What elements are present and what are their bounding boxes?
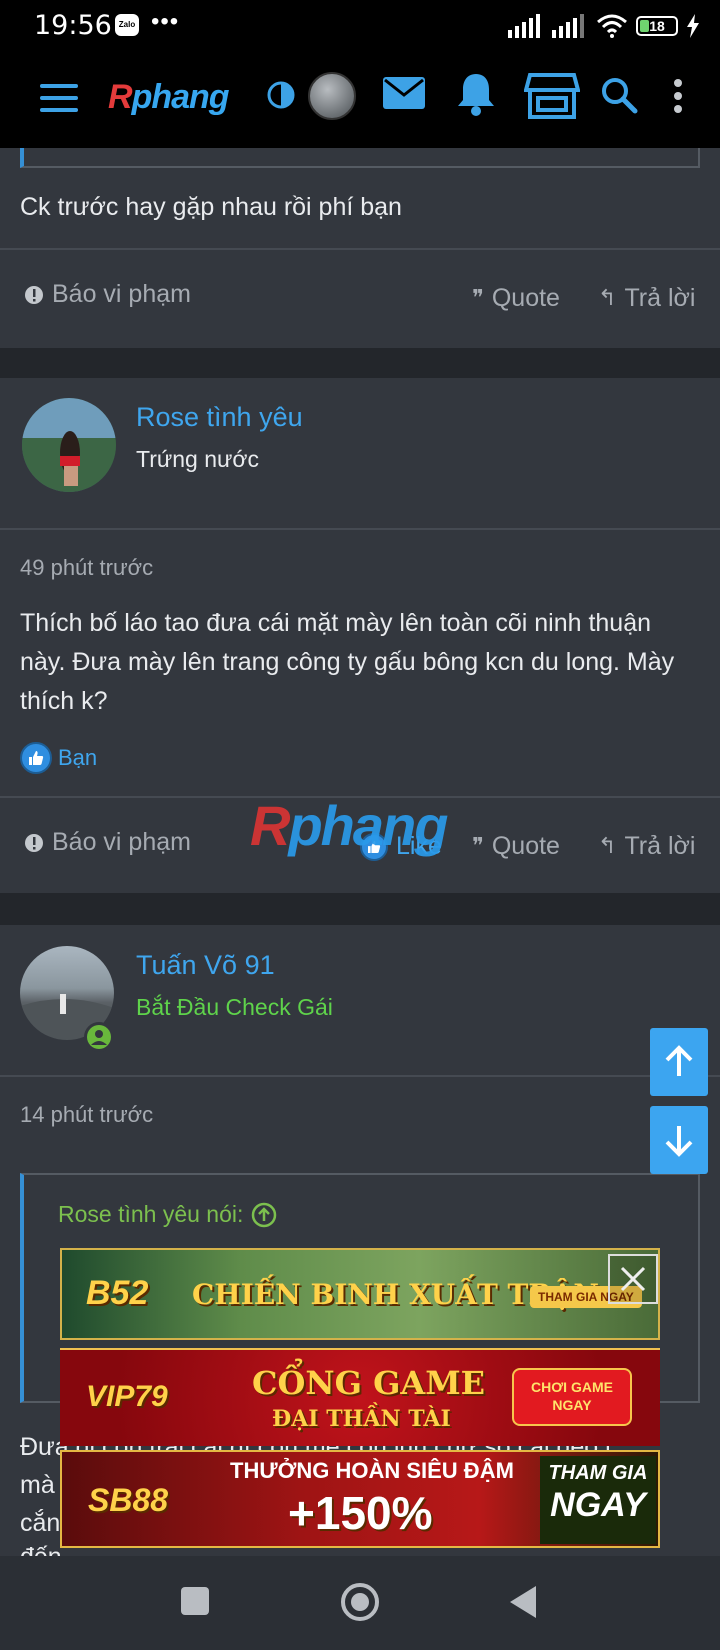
system-navigation-bar: [0, 1556, 720, 1650]
zalo-notification-icon: Zalo: [115, 14, 139, 36]
post-text: Ck trước hay gặp nhau rồi phí bạn: [20, 193, 402, 221]
status-time: 19:56: [34, 10, 112, 41]
post-timestamp[interactable]: 14 phút trước: [20, 1102, 153, 1128]
arrow-down-icon: [665, 1126, 693, 1157]
ad-brand: VIP79: [86, 1380, 168, 1413]
user-title: Trứng nước: [136, 446, 259, 472]
signal-icon: [508, 14, 540, 38]
close-ad-button[interactable]: [608, 1254, 658, 1304]
reaction-names: Bạn: [58, 745, 98, 770]
recent-apps-button[interactable]: [180, 1586, 210, 1616]
ad-headline: THƯỞNG HOÀN SIÊU ĐẬM: [230, 1458, 514, 1483]
more-notifications-icon: •••: [151, 8, 180, 35]
like-icon: [20, 742, 52, 774]
close-icon: [620, 1266, 646, 1292]
home-button[interactable]: [340, 1582, 380, 1622]
status-indicators: 18: [508, 12, 700, 40]
ad-banner-sb88[interactable]: SB88 THƯỞNG HOÀN SIÊU ĐẬM +150% THAM GIA…: [60, 1450, 660, 1548]
reply-icon: ↰: [598, 286, 617, 311]
bell-icon[interactable]: [456, 72, 496, 116]
username-link[interactable]: Rose tình yêu: [136, 402, 303, 433]
top-navigation: Rphang: [0, 52, 720, 148]
post-timestamp[interactable]: 49 phút trước: [20, 555, 153, 581]
store-icon[interactable]: [524, 72, 580, 120]
mail-icon[interactable]: [382, 76, 426, 110]
username-link[interactable]: Tuấn Võ 91: [136, 950, 275, 981]
more-options-icon[interactable]: [670, 78, 686, 114]
ad-subheadline: ĐẠI THẦN TÀI: [272, 1406, 451, 1432]
battery-icon: 18: [636, 16, 678, 36]
arrow-up-icon: [665, 1045, 693, 1076]
avatar-image: [22, 398, 116, 492]
ad-brand: SB88: [88, 1482, 169, 1518]
status-bar: 19:56 Zalo ••• 18: [0, 0, 720, 52]
ad-headline: CỔNG GAME: [252, 1364, 486, 1402]
go-to-quote-icon: [252, 1202, 277, 1227]
site-logo[interactable]: Rphang: [108, 78, 230, 117]
account-avatar[interactable]: [308, 72, 356, 120]
quote-button[interactable]: ❞ Quote: [472, 832, 560, 861]
ad-banner-vip79[interactable]: VIP79 CỔNG GAME ĐẠI THẦN TÀI CHƠI GAME NG…: [60, 1348, 660, 1446]
report-button[interactable]: Báo vi phạm: [24, 280, 191, 309]
reply-button[interactable]: ↰ Trả lời: [598, 284, 695, 313]
quote-icon: ❞: [472, 834, 484, 859]
back-button[interactable]: [508, 1584, 538, 1620]
ad-banner-b52[interactable]: B52 CHIẾN BINH XUẤT TRẬN THAM GIA NGAY: [60, 1248, 660, 1340]
avatar[interactable]: [22, 398, 116, 492]
app-root: 19:56 Zalo ••• 18 Rphang Ck trước hay gặ…: [0, 0, 720, 1650]
quote-button[interactable]: ❞ Quote: [472, 284, 560, 313]
battery-level: 18: [649, 18, 665, 34]
ad-cta: CHƠI GAME NGAY: [512, 1368, 632, 1426]
charging-icon: [687, 14, 699, 38]
menu-icon[interactable]: [40, 84, 78, 114]
ad-bonus: +150%: [288, 1487, 433, 1539]
scroll-bottom-button[interactable]: [650, 1106, 708, 1174]
post-text: Thích bố láo tao đưa cái mặt mày lên toà…: [20, 609, 675, 715]
reaction-summary[interactable]: Bạn: [20, 742, 97, 774]
reply-button[interactable]: ↰ Trả lời: [598, 832, 695, 861]
quote-icon: ❞: [472, 286, 484, 311]
online-status-icon: [84, 1022, 114, 1052]
theme-toggle-icon[interactable]: [266, 80, 296, 110]
signal-2-icon: [552, 14, 584, 38]
ad-brand: B52: [86, 1274, 149, 1312]
alert-icon: [25, 833, 43, 852]
ad-cta: THAM GIA NGAY: [540, 1456, 656, 1544]
scroll-top-button[interactable]: [650, 1028, 708, 1096]
reply-icon: ↰: [598, 834, 617, 859]
site-watermark: Rphang: [250, 794, 448, 857]
wifi-icon: [597, 14, 627, 38]
search-icon[interactable]: [600, 76, 638, 114]
user-title: Bắt Đầu Check Gái: [136, 994, 333, 1020]
report-button[interactable]: Báo vi phạm: [24, 828, 191, 857]
alert-icon: [25, 285, 43, 304]
quote-author-link[interactable]: Rose tình yêu nói:: [58, 1201, 277, 1228]
quote-box-tail: [20, 148, 700, 168]
